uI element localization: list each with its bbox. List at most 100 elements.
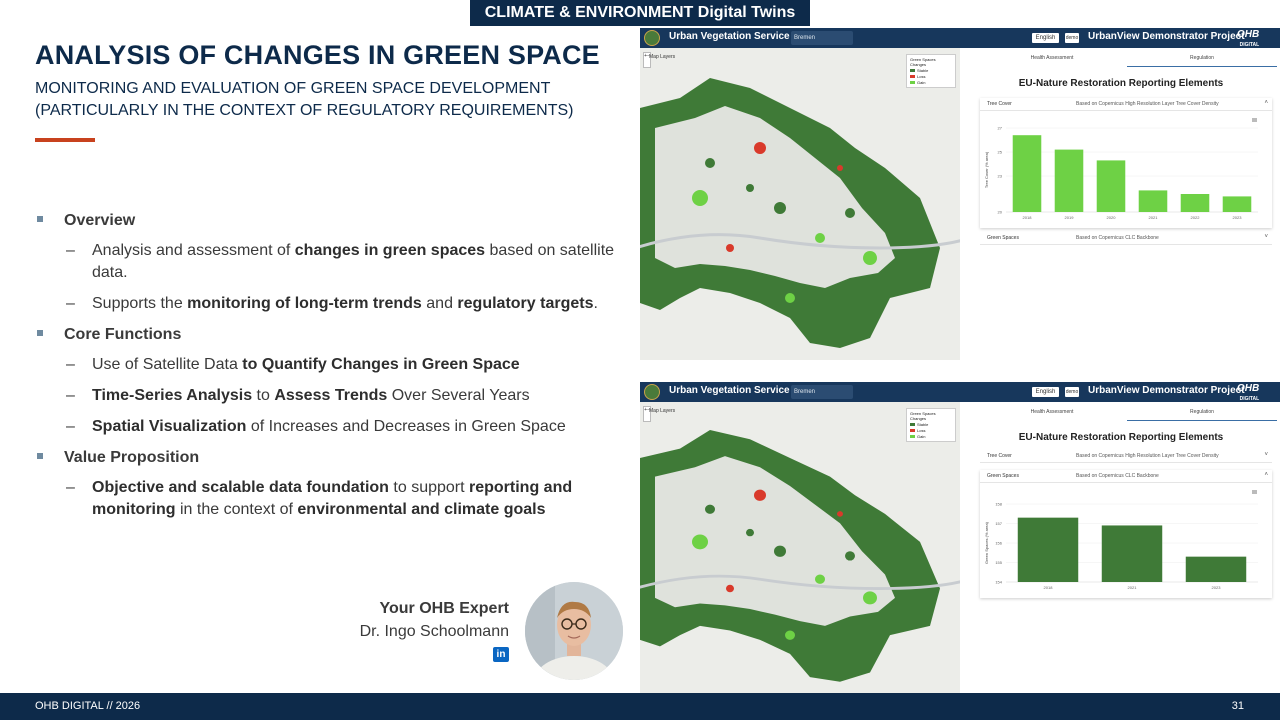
panel-tabs: Health Assessment Regulation — [962, 53, 1280, 67]
bar[interactable] — [1185, 556, 1247, 582]
footer-bar: OHB DIGITAL // 2026 31 — [0, 693, 1280, 720]
dash-bullet-icon: – — [66, 295, 75, 312]
map-canvas — [640, 48, 960, 360]
bullet-item: – Time-Series Analysis to Assess Trends O… — [35, 385, 625, 407]
dash-bullet-icon: – — [66, 418, 75, 435]
panel-title: EU-Nature Restoration Reporting Elements — [1018, 78, 1224, 89]
bullet-item: – Spatial Visualization of Increases and … — [35, 416, 625, 438]
active-tab-indicator — [1127, 66, 1277, 67]
bar[interactable] — [1180, 194, 1210, 212]
language-select[interactable]: English — [1032, 33, 1059, 43]
bar[interactable] — [1017, 517, 1079, 582]
chart-menu-icon[interactable] — [1252, 490, 1257, 494]
app-screenshot-tree-cover: Urban Vegetation Service Bremen English … — [640, 28, 1280, 360]
region-select[interactable]: Bremen — [791, 31, 853, 45]
tab-regulation[interactable]: Regulation — [1127, 55, 1277, 61]
map-layers-button[interactable]: Map Layers — [649, 408, 675, 414]
y-tick-label: 20 — [998, 210, 1003, 215]
regulation-panel: Health Assessment Regulation EU-Nature R… — [962, 402, 1280, 693]
bullet-item: – Analysis and assessment of changes in g… — [66, 242, 615, 281]
slide-title: ANALYSIS OF CHANGES IN GREEN SPACE — [35, 40, 600, 70]
ohb-logo-text: OHB — [1237, 383, 1260, 394]
slide-subtitle: MONITORING AND EVALUATION OF GREEN SPACE… — [35, 78, 615, 122]
chevron-up-icon[interactable]: ˄ — [1264, 472, 1268, 478]
linkedin-icon[interactable]: in — [493, 647, 509, 662]
change-spot — [815, 233, 825, 243]
chevron-down-icon[interactable]: ˅ — [1264, 234, 1268, 240]
chart-menu-icon[interactable] — [1252, 118, 1257, 122]
bar[interactable] — [1101, 525, 1163, 582]
square-bullet-icon — [37, 216, 43, 222]
change-spot — [754, 142, 766, 154]
bullet-item: – Objective and scalable data foundation … — [66, 479, 573, 518]
legend-item-gain: Gain — [910, 434, 952, 439]
bar[interactable] — [1054, 149, 1084, 212]
green-space-map[interactable]: +− Map Layers Green Spaces Changes Stabl… — [640, 48, 960, 360]
bullet-item: – Supports the monitoring of long-term tr… — [35, 293, 625, 315]
region-select[interactable]: Bremen — [791, 385, 853, 399]
tree-cover-card: Tree Cover Based on Copernicus High Reso… — [980, 98, 1272, 228]
y-tick-label: 156 — [995, 541, 1002, 546]
green-spaces-header[interactable]: Green Spaces Based on Copernicus CLC Bac… — [980, 232, 1272, 245]
y-tick-label: 27 — [998, 126, 1003, 131]
x-tick-label: 2021 — [1128, 585, 1138, 590]
x-tick-label: 2021 — [1149, 215, 1159, 220]
demo-badge[interactable]: demo — [1065, 33, 1079, 43]
map-legend: Green Spaces Changes Stable Loss Gain — [906, 54, 956, 88]
change-spot — [746, 528, 754, 537]
tree-cover-header[interactable]: Tree Cover Based on Copernicus High Reso… — [980, 450, 1272, 463]
change-spot — [726, 244, 734, 252]
change-spot — [774, 202, 786, 214]
app-screenshot-green-spaces: Urban Vegetation Service Bremen English … — [640, 382, 1280, 693]
project-name: UrbanView Demonstrator Project — [1088, 385, 1245, 396]
tab-regulation[interactable]: Regulation — [1127, 409, 1277, 415]
dash-bullet-icon: – — [66, 387, 75, 404]
language-select[interactable]: English — [1032, 387, 1059, 397]
tab-health-assessment[interactable]: Health Assessment — [977, 409, 1127, 415]
chevron-down-icon[interactable]: ˅ — [1264, 452, 1268, 458]
y-axis-label: Green Spaces (% area) — [984, 521, 989, 564]
bar[interactable] — [1138, 190, 1168, 212]
bar[interactable] — [1222, 196, 1252, 212]
legend-item-loss: Loss — [910, 428, 952, 433]
demo-badge[interactable]: demo — [1065, 387, 1079, 397]
y-tick-label: 154 — [995, 580, 1002, 585]
regulation-panel: Health Assessment Regulation EU-Nature R… — [962, 48, 1280, 360]
x-tick-label: 2020 — [1107, 215, 1117, 220]
map-layers-button[interactable]: Map Layers — [649, 54, 675, 60]
x-tick-label: 2022 — [1191, 215, 1201, 220]
green-spaces-header[interactable]: Green Spaces Based on Copernicus CLC Bac… — [980, 470, 1272, 483]
change-spot — [863, 251, 877, 265]
section-heading: Core Functions — [35, 324, 625, 346]
square-bullet-icon — [37, 453, 43, 459]
change-spot — [863, 591, 877, 605]
change-spot — [785, 293, 795, 303]
app-header: Urban Vegetation Service Bremen English … — [640, 28, 1280, 48]
change-spot — [785, 630, 795, 640]
expert-title: Your OHB Expert — [379, 600, 510, 617]
chevron-up-icon[interactable]: ˄ — [1264, 100, 1268, 106]
x-tick-label: 2019 — [1065, 215, 1075, 220]
app-header: Urban Vegetation Service Bremen English … — [640, 382, 1280, 402]
change-spot — [705, 158, 715, 168]
y-tick-label: 157 — [995, 521, 1002, 526]
change-spot — [726, 584, 734, 593]
green-space-map[interactable]: +− Map Layers Green Spaces Changes Stabl… — [640, 402, 960, 693]
dash-bullet-icon: – — [66, 479, 75, 496]
change-spot — [837, 165, 843, 171]
bar[interactable] — [1012, 135, 1042, 212]
panel-title: EU-Nature Restoration Reporting Elements — [1018, 432, 1224, 443]
legend-title: Green Spaces Changes — [910, 411, 936, 421]
bullet-item: – Use of Satellite Data to Quantify Chang… — [35, 354, 625, 376]
change-spot — [845, 551, 855, 561]
y-tick-label: 23 — [998, 174, 1003, 179]
dash-bullet-icon: – — [66, 356, 75, 373]
tree-cover-header[interactable]: Tree Cover Based on Copernicus High Reso… — [980, 98, 1272, 111]
x-tick-label: 2023 — [1212, 585, 1222, 590]
app-logo-icon — [644, 384, 660, 400]
change-spot — [754, 489, 766, 501]
page-number: 31 — [1231, 700, 1244, 712]
bar[interactable] — [1096, 160, 1126, 212]
section-banner: CLIMATE & ENVIRONMENT Digital Twins — [470, 0, 810, 26]
tab-health-assessment[interactable]: Health Assessment — [977, 55, 1127, 61]
